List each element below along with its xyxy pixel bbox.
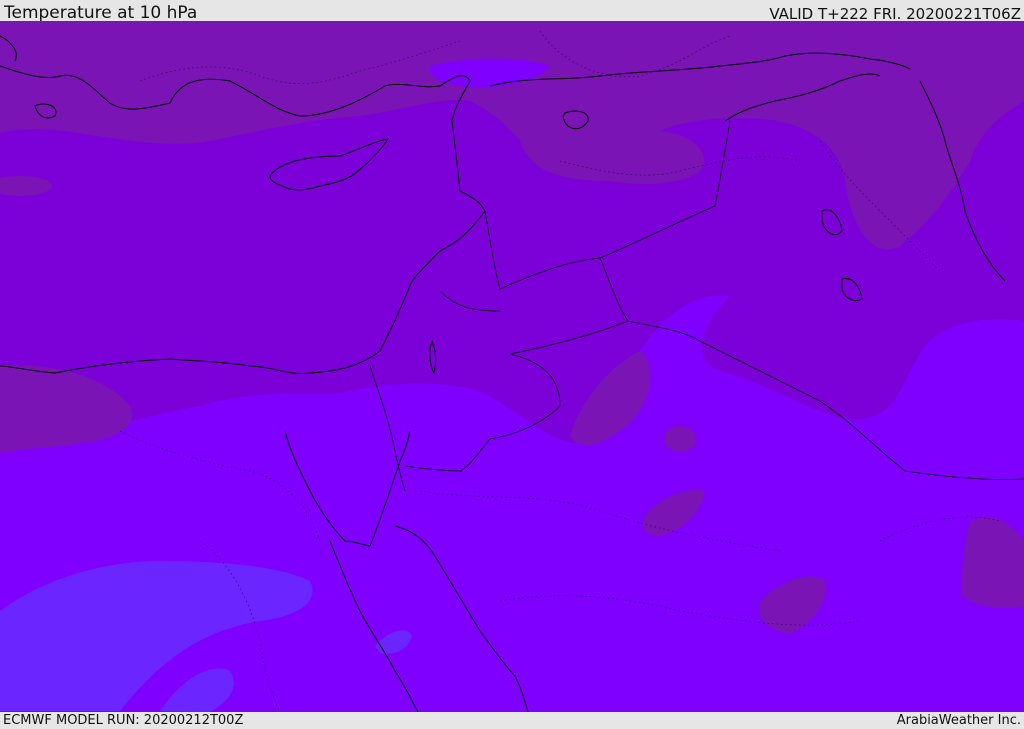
model-run: ECMWF MODEL RUN: 20200212T00Z	[3, 713, 244, 728]
footer-bar: ECMWF MODEL RUN: 20200212T00Z ArabiaWeat…	[0, 712, 1024, 729]
map-title: Temperature at 10 hPa	[4, 3, 198, 23]
field-patch-cold-small	[664, 426, 696, 452]
field-patch-cold-east	[961, 517, 1024, 608]
credit: ArabiaWeather Inc.	[896, 713, 1021, 728]
weather-map[interactable]	[0, 21, 1024, 712]
header-bar: Temperature at 10 hPa VALID T+222 FRI. 2…	[0, 0, 1024, 23]
